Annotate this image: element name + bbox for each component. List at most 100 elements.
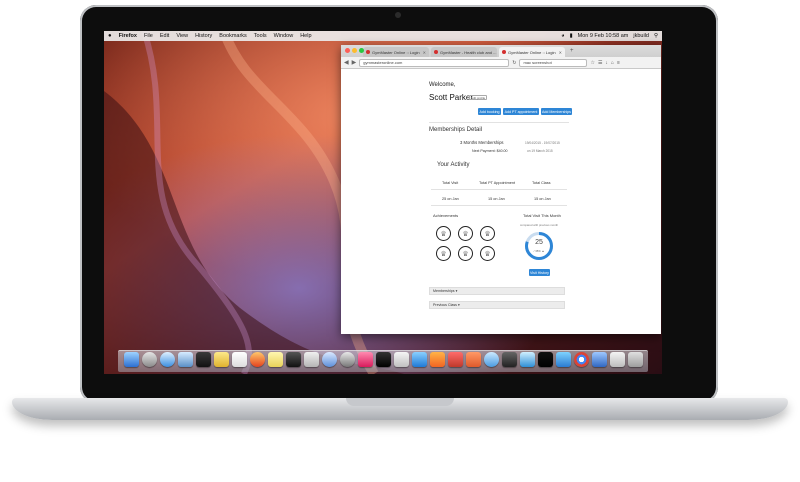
menu-window[interactable]: Window (274, 33, 294, 39)
tab-label: GymMaster Online :: Login (508, 49, 556, 55)
music-icon[interactable] (448, 352, 463, 367)
app-icon[interactable] (592, 352, 607, 367)
stat-label-visit: Total Visit (442, 181, 459, 185)
app-icon[interactable] (376, 352, 391, 367)
itunes-icon[interactable] (358, 352, 373, 367)
menu-edit[interactable]: Edit (160, 33, 169, 39)
visit-month-heading: Total Visit This Month (523, 213, 561, 218)
menubar: ● Firefox File Edit View History Bookmar… (104, 31, 662, 41)
divider (431, 205, 567, 206)
divider (431, 189, 567, 190)
app-icon[interactable] (502, 352, 517, 367)
notes-icon[interactable] (214, 352, 229, 367)
url-bar[interactable]: gymmasteronline.com (359, 58, 510, 67)
firefox-icon[interactable] (250, 352, 265, 367)
visit-history-button[interactable]: Visit History (529, 269, 550, 276)
tab-1[interactable]: GymMaster Online :: Login ✕ (363, 47, 429, 57)
app-icon[interactable] (430, 352, 445, 367)
add-pt-appointment-button[interactable]: Add PT appointment (503, 108, 539, 115)
add-booking-button[interactable]: Add booking (478, 108, 501, 115)
window-controls (345, 48, 364, 53)
calendar-icon[interactable] (232, 352, 247, 367)
laptop-scene: ● Firefox File Edit View History Bookmar… (0, 0, 800, 482)
trophy-icon: ♕ (480, 246, 495, 261)
bookmark-star-icon[interactable]: ☆ (590, 60, 594, 66)
textedit-icon[interactable] (394, 352, 409, 367)
next-payment-date: on 19 March 2015 (527, 149, 553, 153)
apple-icon[interactable]: ● (108, 33, 112, 39)
stickies-icon[interactable] (268, 352, 283, 367)
menu-view[interactable]: View (176, 33, 188, 39)
tab-2[interactable]: GymMaster - Health club and ... ✕ (431, 47, 497, 57)
membership-dates: 19/04/2015 - 19/07/2015 (525, 141, 560, 145)
previous-class-accordion[interactable]: Previous Class ▾ (429, 301, 565, 309)
menu-app-name[interactable]: Firefox (119, 33, 137, 39)
spotlight-icon[interactable]: ⚲ (654, 33, 658, 39)
menu-history[interactable]: History (195, 33, 212, 39)
trophy-icon: ♕ (480, 226, 495, 241)
search-bar[interactable]: mac screenshot (519, 58, 588, 67)
app-icon[interactable] (538, 352, 553, 367)
bookmarks-list-icon[interactable]: ☰ (598, 60, 602, 66)
stat-value-visit: 25 on Jan (442, 197, 459, 201)
download-icon[interactable]: ↓ (605, 60, 608, 66)
favicon-icon (366, 50, 370, 54)
finder-icon[interactable] (124, 352, 139, 367)
trophy-icon: ♕ (458, 226, 473, 241)
launchpad-icon[interactable] (142, 352, 157, 367)
wifi-icon[interactable]: ◕ (561, 33, 564, 39)
app-icon[interactable] (466, 352, 481, 367)
trophy-icon: ♕ (436, 246, 451, 261)
stat-label-pt: Total PT Appointment (479, 181, 516, 185)
gymmaster-page: Welcome, Scott Parker Edit profile Add b… (341, 69, 661, 334)
chrome-icon[interactable] (574, 352, 589, 367)
menubar-clock[interactable]: Mon 9 Feb 10:58 am (578, 33, 629, 39)
terminal-icon[interactable] (286, 352, 301, 367)
new-tab-button[interactable]: + (567, 48, 577, 54)
close-tab-icon[interactable]: ✕ (559, 50, 562, 55)
documents-icon[interactable] (610, 352, 625, 367)
achievements-heading: Achievements (433, 213, 459, 218)
app-store-icon[interactable] (412, 352, 427, 367)
zoom-window-icon[interactable] (359, 48, 364, 53)
favicon-icon (502, 50, 506, 54)
tab-3[interactable]: GymMaster Online :: Login ✕ (499, 47, 565, 57)
nav-toolbar: ◀ ▶ gymmasteronline.com ↻ mac screenshot… (341, 57, 661, 69)
laptop-notch (346, 398, 454, 406)
app-icon[interactable] (556, 352, 571, 367)
app-icon[interactable] (520, 352, 535, 367)
battery-icon[interactable]: ▮ (570, 33, 573, 39)
membership-name: 3 Months Memberships (460, 140, 504, 145)
preview-icon[interactable] (304, 352, 319, 367)
menu-file[interactable]: File (144, 33, 153, 39)
system-prefs-icon[interactable] (340, 352, 355, 367)
menu-help[interactable]: Help (300, 33, 311, 39)
close-window-icon[interactable] (345, 48, 350, 53)
gauge-value: 25 (535, 239, 543, 246)
firefox-window: GymMaster Online :: Login ✕ GymMaster - … (341, 45, 661, 334)
stat-value-class: 15 on Jan (534, 197, 551, 201)
pen-icon[interactable] (196, 352, 211, 367)
photo-icon[interactable] (178, 352, 193, 367)
menu-icon[interactable]: ≡ (617, 60, 620, 66)
menu-bookmarks[interactable]: Bookmarks (219, 33, 247, 39)
forward-icon[interactable]: ▶ (352, 59, 357, 66)
edit-profile-badge[interactable]: Edit profile (469, 95, 488, 100)
tab-label: GymMaster - Health club and ... (440, 49, 497, 55)
add-memberships-button[interactable]: Add Memberships (541, 108, 572, 115)
screen: ● Firefox File Edit View History Bookmar… (104, 31, 662, 374)
app-icon[interactable] (484, 352, 499, 367)
menu-tools[interactable]: Tools (254, 33, 267, 39)
minimize-window-icon[interactable] (352, 48, 357, 53)
safari-icon[interactable] (160, 352, 175, 367)
close-tab-icon[interactable]: ✕ (423, 50, 426, 55)
messages-icon[interactable] (322, 352, 337, 367)
trash-icon[interactable] (628, 352, 643, 367)
activity-heading: Your Activity (437, 162, 470, 168)
menubar-user[interactable]: jkbuild (633, 33, 649, 39)
gauge-subtext: / 35% ▲ (533, 249, 545, 253)
reload-icon[interactable]: ↻ (512, 60, 516, 66)
back-icon[interactable]: ◀ (344, 59, 349, 66)
home-icon[interactable]: ⌂ (611, 60, 614, 66)
memberships-accordion[interactable]: Memberships ▾ (429, 287, 565, 295)
